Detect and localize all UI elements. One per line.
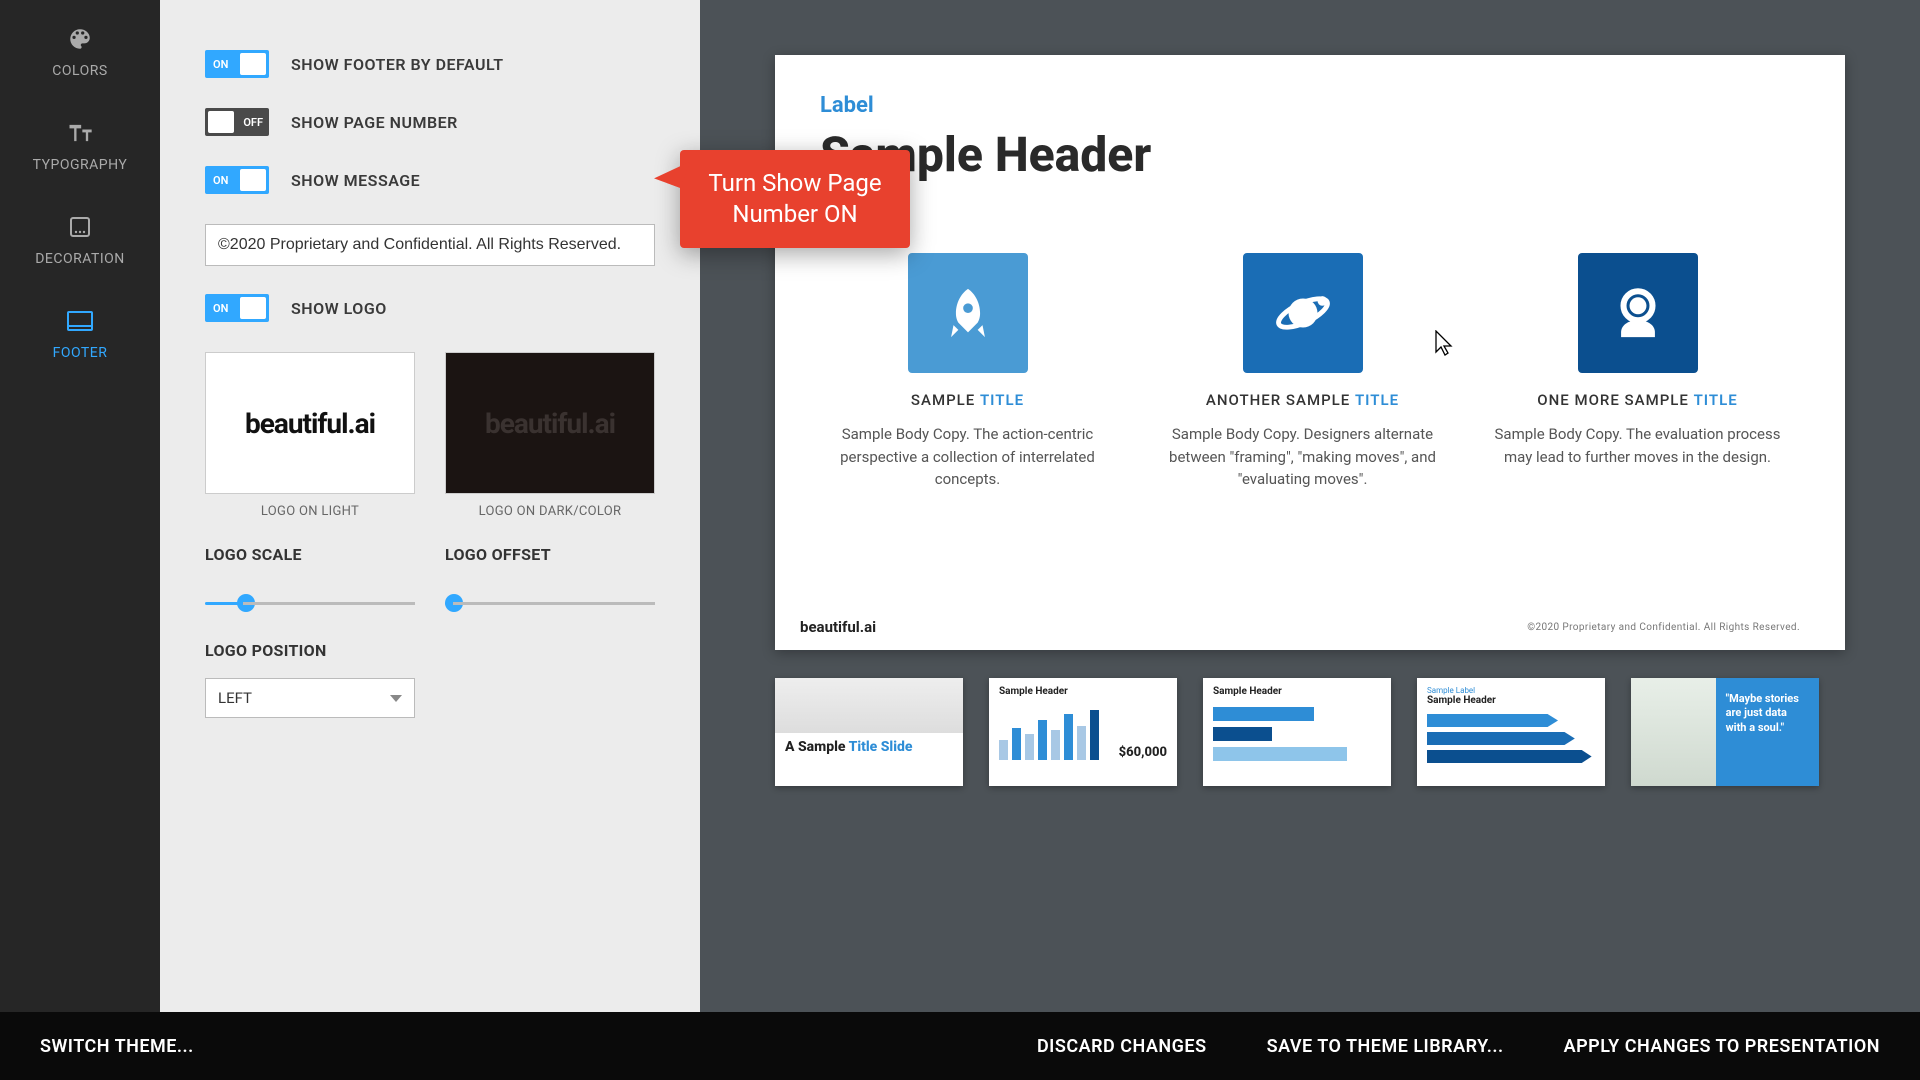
rocket-icon	[908, 253, 1028, 373]
nav-decoration-label: DECORATION	[35, 251, 125, 267]
palette-icon	[66, 25, 94, 53]
toggle-show-logo[interactable]: ON	[205, 294, 269, 322]
switch-theme-button[interactable]: SWITCH THEME...	[40, 1036, 194, 1057]
toggle-show-page-number[interactable]: OFF	[205, 108, 269, 136]
discard-changes-button[interactable]: DISCARD CHANGES	[1037, 1036, 1207, 1057]
card-1: SAMPLE TITLE Sample Body Copy. The actio…	[820, 253, 1115, 491]
footer-message-input[interactable]	[205, 224, 655, 266]
planet-icon	[1243, 253, 1363, 373]
logo-light-caption: LOGO ON LIGHT	[205, 504, 415, 519]
label-show-footer-default: SHOW FOOTER BY DEFAULT	[291, 55, 504, 74]
nav-decoration[interactable]: DECORATION	[35, 213, 125, 267]
thumb-2[interactable]: Sample Header $60,000	[989, 678, 1177, 786]
thumb-4[interactable]: Sample Label Sample Header	[1417, 678, 1605, 786]
logo-offset-label: LOGO OFFSET	[445, 545, 655, 564]
thumbnail-strip: A Sample Title Slide Sample Header $60,0…	[775, 678, 1845, 786]
thumb-5[interactable]: "Maybe stories are just data with a soul…	[1631, 678, 1819, 786]
logo-position-select[interactable]: LEFT	[205, 678, 415, 718]
logo-on-light-box[interactable]: beautiful.ai	[205, 352, 415, 494]
nav-footer-label: FOOTER	[53, 345, 108, 361]
toggle-show-footer-default[interactable]: ON	[205, 50, 269, 78]
card-3: ONE MORE SAMPLE TITLE Sample Body Copy. …	[1490, 253, 1785, 491]
settings-panel: ON SHOW FOOTER BY DEFAULT OFF SHOW PAGE …	[160, 0, 700, 1012]
logo-dark-caption: LOGO ON DARK/COLOR	[445, 504, 655, 519]
astronaut-icon	[1578, 253, 1698, 373]
slide-label: Label	[820, 93, 1785, 118]
nav-colors-label: COLORS	[52, 63, 107, 79]
label-show-logo: SHOW LOGO	[291, 299, 387, 318]
sidebar-nav: COLORS TYPOGRAPHY DECORATION FOOTER	[0, 0, 160, 1012]
logo-offset-slider[interactable]	[445, 602, 655, 605]
typography-icon	[66, 119, 94, 147]
logo-scale-slider[interactable]	[205, 602, 415, 605]
slide-header: Sample Header	[820, 126, 1785, 183]
thumb-3[interactable]: Sample Header	[1203, 678, 1391, 786]
nav-footer[interactable]: FOOTER	[53, 307, 108, 361]
label-show-page-number: SHOW PAGE NUMBER	[291, 113, 458, 132]
toggle-show-message[interactable]: ON	[205, 166, 269, 194]
logo-scale-label: LOGO SCALE	[205, 545, 415, 564]
cursor-icon	[1435, 330, 1455, 360]
decoration-icon	[66, 213, 94, 241]
footer-logo: beautiful.ai	[800, 618, 876, 636]
logo-position-label: LOGO POSITION	[205, 641, 655, 660]
save-to-library-button[interactable]: SAVE TO THEME LIBRARY...	[1267, 1036, 1504, 1057]
label-show-message: SHOW MESSAGE	[291, 171, 420, 190]
footer-icon	[66, 307, 94, 335]
nav-typography[interactable]: TYPOGRAPHY	[33, 119, 128, 173]
apply-changes-button[interactable]: APPLY CHANGES TO PRESENTATION	[1564, 1036, 1880, 1057]
thumb-1[interactable]: A Sample Title Slide	[775, 678, 963, 786]
tutorial-callout: Turn Show Page Number ON	[680, 150, 910, 248]
nav-colors[interactable]: COLORS	[52, 25, 107, 79]
nav-typography-label: TYPOGRAPHY	[33, 157, 128, 173]
chevron-down-icon	[390, 695, 402, 702]
bottom-bar: SWITCH THEME... DISCARD CHANGES SAVE TO …	[0, 1012, 1920, 1080]
card-2: ANOTHER SAMPLE TITLE Sample Body Copy. D…	[1155, 253, 1450, 491]
footer-copyright: ©2020 Proprietary and Confidential. All …	[1527, 622, 1800, 633]
slide-preview: Label Sample Header SAMPLE TITLE Sample …	[775, 55, 1845, 650]
logo-on-dark-box[interactable]: beautiful.ai	[445, 352, 655, 494]
